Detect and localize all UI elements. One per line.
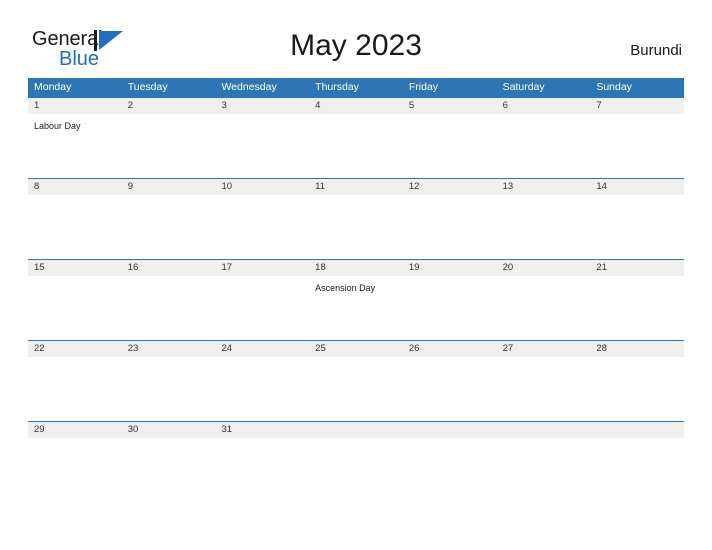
week-date-band: 22 23 24 25 26 27 28 <box>28 340 684 357</box>
week-date-band: 8 9 10 11 12 13 14 <box>28 178 684 195</box>
page-header: General Blue May 2023 Burundi <box>0 0 712 72</box>
week-event-area <box>28 438 684 502</box>
day-cell[interactable] <box>403 195 497 259</box>
day-number[interactable]: 19 <box>403 260 497 276</box>
day-cell[interactable] <box>122 357 216 421</box>
day-number[interactable]: 22 <box>28 341 122 357</box>
day-cell[interactable] <box>122 195 216 259</box>
day-cell <box>309 438 403 502</box>
day-number[interactable]: 5 <box>403 98 497 114</box>
week-event-area: Ascension Day <box>28 276 684 340</box>
day-number[interactable]: 7 <box>590 98 684 114</box>
week-date-band: 15 16 17 18 19 20 21 <box>28 259 684 276</box>
weekday-header-row: Monday Tuesday Wednesday Thursday Friday… <box>28 78 684 97</box>
day-number[interactable]: 28 <box>590 341 684 357</box>
day-cell <box>403 438 497 502</box>
day-number[interactable]: 21 <box>590 260 684 276</box>
day-cell[interactable] <box>122 438 216 502</box>
day-cell[interactable] <box>309 357 403 421</box>
day-number[interactable]: 8 <box>28 179 122 195</box>
day-cell[interactable] <box>590 357 684 421</box>
day-number[interactable]: 10 <box>215 179 309 195</box>
day-cell[interactable] <box>497 276 591 340</box>
weekday-header-thursday: Thursday <box>315 81 359 93</box>
day-cell[interactable]: Ascension Day <box>309 276 403 340</box>
day-number[interactable]: 11 <box>309 179 403 195</box>
day-cell[interactable] <box>28 195 122 259</box>
day-number <box>590 422 684 438</box>
day-number <box>497 422 591 438</box>
day-number[interactable]: 13 <box>497 179 591 195</box>
day-cell[interactable] <box>403 357 497 421</box>
calendar-week-row: 15 16 17 18 19 20 21 Ascension Day <box>28 259 684 340</box>
day-number[interactable]: 25 <box>309 341 403 357</box>
day-number[interactable]: 16 <box>122 260 216 276</box>
day-cell[interactable] <box>215 195 309 259</box>
day-number[interactable]: 17 <box>215 260 309 276</box>
day-number <box>309 422 403 438</box>
day-number[interactable]: 27 <box>497 341 591 357</box>
day-cell[interactable] <box>28 357 122 421</box>
day-number[interactable]: 6 <box>497 98 591 114</box>
weekday-header-friday: Friday <box>408 81 439 93</box>
week-date-band: 29 30 31 <box>28 421 684 438</box>
day-number[interactable]: 14 <box>590 179 684 195</box>
day-number[interactable]: 1 <box>28 98 122 114</box>
region-label: Burundi <box>630 42 682 59</box>
page-title: May 2023 <box>290 29 422 62</box>
day-number[interactable]: 26 <box>403 341 497 357</box>
day-cell[interactable] <box>590 276 684 340</box>
day-cell[interactable] <box>215 357 309 421</box>
weekday-header-sunday: Sunday <box>596 81 632 93</box>
day-number[interactable]: 12 <box>403 179 497 195</box>
weekday-header-monday: Monday <box>34 81 72 93</box>
day-cell[interactable] <box>215 438 309 502</box>
calendar-week-row: 8 9 10 11 12 13 14 <box>28 178 684 259</box>
day-cell[interactable] <box>309 195 403 259</box>
week-event-area: Labour Day <box>28 114 684 178</box>
day-cell[interactable]: Labour Day <box>28 114 122 178</box>
day-cell[interactable] <box>590 114 684 178</box>
calendar-grid: Monday Tuesday Wednesday Thursday Friday… <box>28 78 684 502</box>
day-number[interactable]: 31 <box>215 422 309 438</box>
day-number[interactable]: 30 <box>122 422 216 438</box>
day-cell[interactable] <box>28 438 122 502</box>
day-cell[interactable] <box>309 114 403 178</box>
day-cell[interactable] <box>403 276 497 340</box>
day-cell[interactable] <box>215 276 309 340</box>
calendar-week-row: 1 2 3 4 5 6 7 Labour Day <box>28 97 684 178</box>
day-cell[interactable] <box>28 276 122 340</box>
week-event-area <box>28 357 684 421</box>
weekday-header-tuesday: Tuesday <box>127 81 168 93</box>
weekday-header-wednesday: Wednesday <box>221 81 277 93</box>
day-cell[interactable] <box>497 357 591 421</box>
day-number[interactable]: 4 <box>309 98 403 114</box>
calendar-week-row: 29 30 31 <box>28 421 684 502</box>
day-number[interactable]: 2 <box>122 98 216 114</box>
day-cell <box>590 438 684 502</box>
day-cell[interactable] <box>122 276 216 340</box>
day-number[interactable]: 9 <box>122 179 216 195</box>
day-cell[interactable] <box>590 195 684 259</box>
day-cell[interactable] <box>497 195 591 259</box>
day-cell[interactable] <box>497 114 591 178</box>
day-cell[interactable] <box>122 114 216 178</box>
day-cell[interactable] <box>403 114 497 178</box>
week-date-band: 1 2 3 4 5 6 7 <box>28 97 684 114</box>
day-number[interactable]: 23 <box>122 341 216 357</box>
day-cell[interactable] <box>215 114 309 178</box>
event-label: Ascension Day <box>315 283 376 293</box>
day-number[interactable]: 3 <box>215 98 309 114</box>
day-cell <box>497 438 591 502</box>
day-number[interactable]: 29 <box>28 422 122 438</box>
week-event-area <box>28 195 684 259</box>
day-number <box>403 422 497 438</box>
day-number[interactable]: 20 <box>497 260 591 276</box>
event-label: Labour Day <box>34 121 81 131</box>
day-number[interactable]: 24 <box>215 341 309 357</box>
day-number[interactable]: 18 <box>309 260 403 276</box>
calendar-week-row: 22 23 24 25 26 27 28 <box>28 340 684 421</box>
day-number[interactable]: 15 <box>28 260 122 276</box>
weekday-header-saturday: Saturday <box>502 81 545 93</box>
